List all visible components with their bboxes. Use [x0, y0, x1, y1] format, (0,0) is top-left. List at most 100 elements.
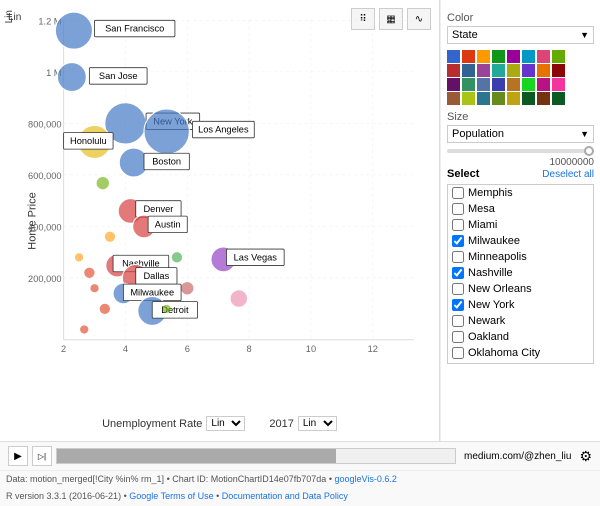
color-swatch[interactable] [522, 50, 535, 63]
color-swatch[interactable] [447, 50, 460, 63]
color-swatch[interactable] [537, 92, 550, 105]
app-container: ⠿ ▦ ∿ Lin Home Price [0, 0, 600, 506]
color-swatch[interactable] [462, 64, 475, 77]
city-checkbox[interactable] [452, 251, 464, 263]
bottom-bar: ▶ ▷| medium.com/@zhen_liu ⚙ Data: motion… [0, 441, 600, 506]
city-list-item[interactable]: Trails [448, 361, 593, 364]
city-list-item[interactable]: Newark [448, 313, 593, 329]
color-swatch[interactable] [447, 78, 460, 91]
city-name: Trails [468, 363, 494, 364]
svg-text:San Jose: San Jose [99, 71, 138, 81]
google-vis-link[interactable]: googleVis-0.6.2 [334, 474, 396, 484]
size-slider-thumb [584, 146, 594, 156]
city-checkbox[interactable] [452, 267, 464, 279]
color-swatch[interactable] [507, 64, 520, 77]
city-list-item[interactable]: Nashville [448, 265, 593, 281]
color-swatch[interactable] [507, 92, 520, 105]
svg-text:10: 10 [306, 344, 316, 354]
svg-text:2: 2 [61, 344, 66, 354]
city-list-item[interactable]: New York [448, 297, 593, 313]
color-swatch[interactable] [492, 78, 505, 91]
select-label: Select [447, 168, 479, 180]
step-button[interactable]: ▷| [32, 446, 52, 466]
color-swatch[interactable] [462, 78, 475, 91]
city-checkbox[interactable] [452, 219, 464, 231]
y-axis-mode-select[interactable]: LinLog [298, 416, 337, 431]
terms-link[interactable]: Google Terms of Use [129, 491, 213, 501]
city-list-item[interactable]: Oklahoma City [448, 345, 593, 361]
bottom-info: Data: motion_merged[!City %in% rm_1] • C… [0, 471, 600, 488]
svg-text:600,000: 600,000 [28, 171, 62, 181]
data-info: Data: motion_merged[!City %in% rm_1] [6, 474, 164, 484]
size-dropdown[interactable]: Population ▼ [447, 125, 594, 143]
city-checkbox[interactable] [452, 283, 464, 295]
color-swatch[interactable] [492, 92, 505, 105]
color-swatch[interactable] [477, 92, 490, 105]
deselect-all-button[interactable]: Deselect all [542, 169, 594, 180]
city-checkbox[interactable] [452, 203, 464, 215]
color-swatch[interactable] [477, 50, 490, 63]
color-section-label: Color [447, 12, 594, 24]
svg-text:12: 12 [368, 344, 378, 354]
color-swatch[interactable] [522, 78, 535, 91]
gear-icon[interactable]: ⚙ [579, 448, 592, 465]
city-list-item[interactable]: Mesa [448, 201, 593, 217]
svg-text:Honolulu: Honolulu [70, 136, 107, 146]
doc-link[interactable]: Documentation and Data Policy [222, 491, 348, 501]
color-swatch[interactable] [507, 78, 520, 91]
color-grid [447, 50, 594, 105]
color-swatch[interactable] [507, 50, 520, 63]
color-swatch[interactable] [462, 50, 475, 63]
svg-text:Boston: Boston [152, 157, 181, 167]
color-swatch[interactable] [537, 64, 550, 77]
color-swatch[interactable] [447, 64, 460, 77]
color-swatch[interactable] [462, 92, 475, 105]
svg-text:Dallas: Dallas [143, 271, 169, 281]
svg-text:Los Angeles: Los Angeles [198, 125, 249, 135]
r-version: R version 3.3.1 (2016-06-21) [6, 491, 121, 501]
city-list-item[interactable]: Minneapolis [448, 249, 593, 265]
svg-text:Denver: Denver [143, 204, 173, 214]
city-checkbox[interactable] [452, 363, 464, 364]
color-dropdown-arrow: ▼ [580, 30, 589, 40]
city-name: Newark [468, 315, 505, 327]
y-lin-button[interactable]: Lin [8, 12, 21, 23]
size-slider[interactable] [447, 149, 594, 153]
timeline[interactable] [56, 448, 456, 464]
city-checkbox[interactable] [452, 347, 464, 359]
city-checkbox[interactable] [452, 299, 464, 311]
color-swatch[interactable] [522, 92, 535, 105]
svg-text:200,000: 200,000 [28, 274, 62, 284]
city-list-item[interactable]: Milwaukee [448, 233, 593, 249]
color-swatch[interactable] [522, 64, 535, 77]
color-swatch[interactable] [537, 50, 550, 63]
color-swatch[interactable] [492, 50, 505, 63]
color-swatch[interactable] [552, 92, 565, 105]
x-axis-label: Unemployment Rate [102, 418, 202, 430]
city-list-item[interactable]: Memphis [448, 185, 593, 201]
city-checkbox[interactable] [452, 187, 464, 199]
color-swatch[interactable] [447, 92, 460, 105]
color-swatch[interactable] [477, 78, 490, 91]
city-name: Memphis [468, 187, 513, 199]
x-axis-mode-select[interactable]: LinLog [206, 416, 245, 431]
chart-inner: 1.2 M 1 M 800,000 600,000 400,000 200,00… [28, 10, 429, 381]
city-checkbox[interactable] [452, 235, 464, 247]
color-dropdown[interactable]: State ▼ [447, 26, 594, 44]
color-swatch[interactable] [477, 64, 490, 77]
city-list-item[interactable]: Oakland [448, 329, 593, 345]
svg-text:400,000: 400,000 [28, 223, 62, 233]
city-checkbox[interactable] [452, 315, 464, 327]
color-swatch[interactable] [537, 78, 550, 91]
city-list-item[interactable]: Miami [448, 217, 593, 233]
color-swatch[interactable] [552, 50, 565, 63]
color-swatch[interactable] [552, 78, 565, 91]
city-list-item[interactable]: New Orleans [448, 281, 593, 297]
city-name: Milwaukee [468, 235, 520, 247]
color-swatch[interactable] [492, 64, 505, 77]
bottom-info-2: R version 3.3.1 (2016-06-21) • Google Te… [0, 488, 600, 505]
city-checkbox[interactable] [452, 331, 464, 343]
play-button[interactable]: ▶ [8, 446, 28, 466]
playback-controls: ▶ ▷| medium.com/@zhen_liu ⚙ [0, 442, 600, 471]
color-swatch[interactable] [552, 64, 565, 77]
